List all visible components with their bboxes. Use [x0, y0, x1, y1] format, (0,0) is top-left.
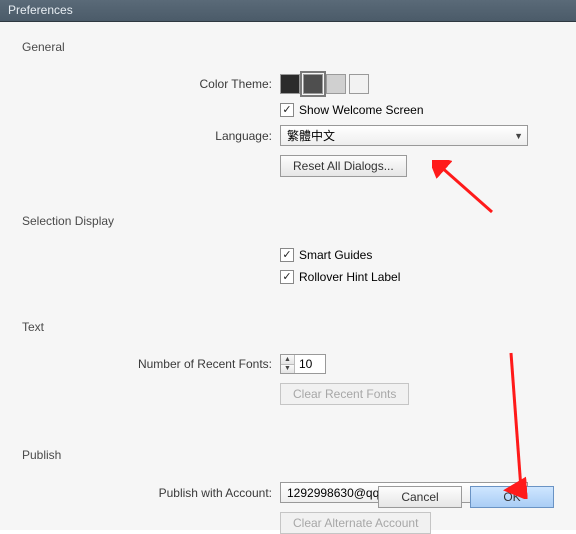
smart-guides-label: Smart Guides	[299, 248, 372, 262]
recent-fonts-label: Number of Recent Fonts:	[22, 357, 280, 371]
language-select[interactable]: 繁體中文 ▼	[280, 125, 528, 146]
language-value: 繁體中文	[287, 127, 335, 144]
recent-fonts-input[interactable]	[295, 355, 325, 373]
section-text: Text	[22, 320, 554, 334]
theme-swatch-dark[interactable]	[280, 74, 300, 94]
window-title: Preferences	[8, 3, 73, 17]
chevron-down-icon: ▼	[514, 131, 523, 141]
clear-account-button: Clear Alternate Account	[280, 512, 431, 534]
color-theme-label: Color Theme:	[22, 77, 280, 91]
language-label: Language:	[22, 129, 280, 143]
recent-fonts-stepper[interactable]: ▲ ▼	[280, 354, 326, 374]
section-selection: Selection Display	[22, 214, 554, 228]
show-welcome-checkbox[interactable]	[280, 103, 294, 117]
color-theme-swatches	[280, 74, 369, 94]
section-publish: Publish	[22, 448, 554, 462]
rollover-label: Rollover Hint Label	[299, 270, 400, 284]
theme-swatch-light[interactable]	[326, 74, 346, 94]
section-general: General	[22, 40, 554, 54]
theme-swatch-white[interactable]	[349, 74, 369, 94]
preferences-body: General Color Theme: Show Welcome Screen…	[0, 22, 576, 530]
reset-dialogs-button[interactable]: Reset All Dialogs...	[280, 155, 407, 177]
theme-swatch-gray[interactable]	[303, 74, 323, 94]
stepper-up-icon[interactable]: ▲	[281, 355, 294, 365]
ok-button[interactable]: OK	[470, 486, 554, 508]
stepper-down-icon[interactable]: ▼	[281, 365, 294, 374]
smart-guides-checkbox[interactable]	[280, 248, 294, 262]
titlebar: Preferences	[0, 0, 576, 22]
show-welcome-label: Show Welcome Screen	[299, 103, 424, 117]
rollover-checkbox[interactable]	[280, 270, 294, 284]
clear-fonts-button: Clear Recent Fonts	[280, 383, 409, 405]
dialog-footer: Cancel OK	[378, 486, 554, 508]
cancel-button[interactable]: Cancel	[378, 486, 462, 508]
publish-account-label: Publish with Account:	[22, 486, 280, 500]
